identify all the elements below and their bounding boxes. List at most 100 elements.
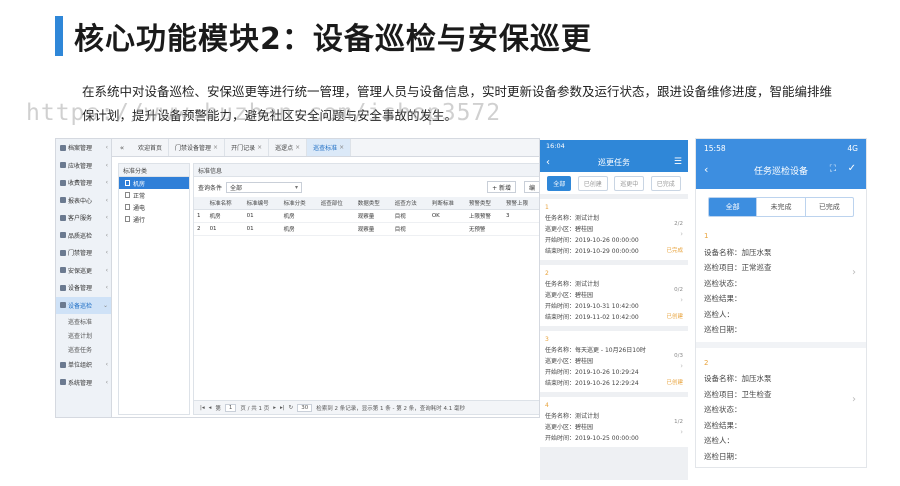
next-page-icon[interactable]: ▸ <box>273 405 276 411</box>
chevron-left-icon: ‹ <box>105 144 108 152</box>
column-header[interactable] <box>194 197 207 210</box>
sidebar-item-label: 门禁管理 <box>68 250 93 258</box>
edit-button[interactable]: 编 <box>523 181 539 193</box>
inspection-item[interactable]: 2 设备名称：加压水泵 巡检项目：卫生检查 巡检状态： 巡检结果： 巡检人： 巡检日期： › <box>696 348 866 468</box>
sidebar-subitem[interactable]: 巡查任务 <box>56 342 111 356</box>
sidebar-subitem[interactable]: 巡查计划 <box>56 328 111 342</box>
chevron-right-icon: › <box>680 428 683 436</box>
chevron-down-icon: ⌄ <box>102 301 108 309</box>
page-input[interactable]: 1 <box>224 403 237 412</box>
prev-page-icon[interactable]: ◂ <box>209 405 212 411</box>
inspection-tab[interactable]: 全部 <box>709 198 758 216</box>
sidebar-item[interactable]: 档案管理 ‹ <box>56 139 111 157</box>
sidebar-item[interactable]: 客户服务 ‹ <box>56 209 111 227</box>
task-index: 2 <box>545 270 549 277</box>
tab-item[interactable]: 巡查标准 × <box>307 139 352 156</box>
folder-icon <box>60 144 66 151</box>
tree-item[interactable]: 通行 <box>119 213 189 225</box>
sidebar-item[interactable]: 应收管理 ‹ <box>56 157 111 175</box>
chevron-right-icon: › <box>680 230 683 238</box>
tab-item[interactable]: 门禁设备管理 × <box>169 139 226 156</box>
tab-item[interactable]: 巡逻点 × <box>269 139 308 156</box>
task-card[interactable]: 4 任务名称：测试计划 巡更小区：碧桂园 开始时间：2019-10-25 00:00:… <box>540 397 688 447</box>
sidebar-item[interactable]: 收费管理 ‹ <box>56 174 111 192</box>
filter-select[interactable]: 全部 ▾ <box>226 181 303 193</box>
tab-item[interactable]: 欢迎首页 <box>132 139 170 156</box>
menu-icon[interactable]: ☰ <box>674 157 682 167</box>
inspection-field: 巡检结果： <box>704 294 742 303</box>
filter-chip[interactable]: 全部 <box>547 175 572 191</box>
sidebar-item[interactable]: 系统管理 ‹ <box>56 374 111 392</box>
sidebar-item[interactable]: 设备巡检 ⌄ <box>56 296 111 314</box>
scan-icon[interactable]: ⛶ <box>830 164 836 174</box>
sidebar-item-label: 报表中心 <box>68 197 93 205</box>
tab-item[interactable]: 开门记录 × <box>225 139 270 156</box>
table-cell: 机房 <box>206 209 244 223</box>
standard-table: 标准名称 标准编号 标准分类 巡查部位 数据类型 巡查方法 判断标准 预警类型 预警上限 1 机房… <box>194 197 539 236</box>
task-status: 已创建 <box>666 380 683 386</box>
tree-item[interactable]: 机房 <box>119 177 189 189</box>
close-icon[interactable]: × <box>213 144 218 151</box>
column-header[interactable]: 预警上限 <box>502 197 539 210</box>
column-header[interactable]: 巡查方法 <box>391 197 429 210</box>
column-header[interactable]: 预警类型 <box>465 197 503 210</box>
door-icon <box>60 249 66 256</box>
column-header[interactable]: 标准名称 <box>206 197 244 210</box>
table-cell: 上限预警 <box>465 209 503 223</box>
column-header[interactable]: 巡查部位 <box>317 197 355 210</box>
grid-title: 标准信息 <box>194 164 539 177</box>
close-icon[interactable]: × <box>295 144 300 151</box>
sidebar-item[interactable]: 报表中心 ‹ <box>56 192 111 210</box>
filter-chip[interactable]: 巡更中 <box>614 175 645 191</box>
close-icon[interactable]: × <box>257 144 262 151</box>
task-status: 已创建 <box>666 314 683 320</box>
sidebar-item[interactable]: 门禁管理 ‹ <box>56 244 111 262</box>
last-page-icon[interactable]: ▸| <box>280 405 285 411</box>
column-header[interactable]: 标准编号 <box>243 197 281 210</box>
back-icon[interactable]: ‹ <box>704 163 708 176</box>
task-card[interactable]: 1 任务名称：测试计划 巡更小区：碧桂园 开始时间：2019-10-26 00:00:… <box>540 199 688 260</box>
task-start: 开始时间：2019-10-25 00:00:00 <box>545 435 639 442</box>
task-area: 巡更小区：碧桂园 <box>545 424 594 431</box>
chart-icon <box>60 197 66 204</box>
list-icon <box>60 162 66 169</box>
first-page-icon[interactable]: |◂ <box>200 405 205 411</box>
tree-item[interactable]: 通电 <box>119 201 189 213</box>
inspection-tab[interactable]: 已完成 <box>806 198 853 216</box>
check-icon[interactable]: ✓ <box>848 163 856 174</box>
sidebar-item[interactable]: 单位组织 ‹ <box>56 356 111 374</box>
inspection-tab[interactable]: 未完成 <box>757 198 806 216</box>
inspection-field: 巡检状态： <box>704 278 742 288</box>
chevron-left-icon: ‹ <box>105 179 108 187</box>
tree-item-label: 机房 <box>133 180 146 188</box>
task-card[interactable]: 3 任务名称：每天巡更 - 10月26日10时 巡更小区：碧桂园 开始时间：2019-… <box>540 331 688 392</box>
back-icon[interactable]: ‹ <box>546 157 550 168</box>
sidebar-item[interactable]: 安保巡更 ‹ <box>56 262 111 280</box>
table-row[interactable]: 2 01 01 机房 观察量 目视 无预警 <box>194 222 539 236</box>
filter-chip[interactable]: 已完成 <box>650 175 681 191</box>
column-header[interactable]: 数据类型 <box>354 197 392 210</box>
document-icon <box>125 192 130 198</box>
inspection-device-phone: 15:58 4G ‹ 任务巡检设备 ⛶ ✓ 全部 未完成 已完成 1 设备名称：加压水… <box>695 138 867 468</box>
filter-chip[interactable]: 已创建 <box>577 175 608 191</box>
settings-icon <box>60 379 66 386</box>
inspection-item[interactable]: 1 设备名称：加压水泵 巡检项目：正常巡查 巡检状态： 巡检结果： 巡检人： 巡检日期： › <box>696 221 866 342</box>
sidebar-item[interactable]: 品质巡检 ‹ <box>56 227 111 245</box>
check-icon <box>60 232 66 239</box>
sidebar-item[interactable]: 设备管理 ‹ <box>56 279 111 297</box>
refresh-icon[interactable]: ↻ <box>289 405 294 411</box>
signal-icon: 4G <box>847 144 858 153</box>
add-button[interactable]: + 新增 <box>487 181 516 193</box>
tab-scroll-left-icon[interactable]: « <box>112 139 132 156</box>
page-size-select[interactable]: 30 <box>297 403 313 412</box>
column-header[interactable]: 标准分类 <box>280 197 318 210</box>
tree-item[interactable]: 正常 <box>119 189 189 201</box>
chevron-right-icon: › <box>852 267 856 278</box>
slide-description: 在系统中对设备巡检、安保巡更等进行统一管理，管理人员与设备信息，实时更新设备参数… <box>82 84 833 123</box>
table-row[interactable]: 1 机房 01 机房 观察量 目视 OK 上限预警 3 <box>194 209 539 223</box>
table-cell: 3 <box>502 209 539 223</box>
close-icon[interactable]: × <box>339 144 344 151</box>
column-header[interactable]: 判断标准 <box>428 197 466 210</box>
task-card[interactable]: 2 任务名称：测试计划 巡更小区：碧桂园 开始时间：2019-10-31 10:42:… <box>540 265 688 326</box>
sidebar-subitem[interactable]: 巡查标准 <box>56 314 111 328</box>
